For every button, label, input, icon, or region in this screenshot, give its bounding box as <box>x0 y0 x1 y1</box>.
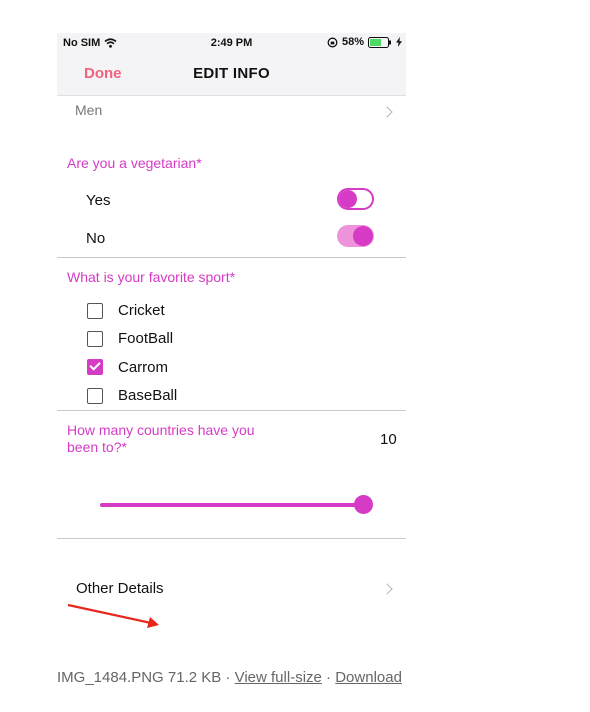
sport-option-label: FootBall <box>118 330 174 347</box>
vegetarian-no-label: No <box>86 230 106 247</box>
charging-icon <box>396 37 402 47</box>
status-bar: No SIM 2:49 PM 58% <box>57 33 406 53</box>
chevron-right-icon <box>381 583 393 595</box>
battery-percent: 58% <box>341 36 364 48</box>
sport-question: What is your favorite sport* <box>67 269 236 285</box>
file-info: IMG_1484.PNG 71.2 KB <box>57 669 222 686</box>
sport-option-label: BaseBall <box>118 387 178 404</box>
vegetarian-yes-toggle[interactable] <box>337 188 374 210</box>
checkbox-carrom[interactable] <box>87 359 103 375</box>
gender-value: Men <box>75 102 103 118</box>
orientation-lock-icon <box>327 37 338 47</box>
sport-option-label: Cricket <box>118 302 165 319</box>
countries-question: How many countries have you been to?* <box>67 422 255 456</box>
vegetarian-yes-label: Yes <box>86 192 111 209</box>
countries-question-line1: How many countries have you <box>67 422 255 438</box>
divider <box>57 538 406 539</box>
countries-value: 10 <box>380 431 397 448</box>
gender-row[interactable]: Men <box>57 95 406 127</box>
checkbox-cricket[interactable] <box>87 303 103 319</box>
view-full-size-link[interactable]: View full-size <box>235 669 322 686</box>
vegetarian-question: Are you a vegetarian* <box>67 155 202 171</box>
countries-question-line2: been to?* <box>67 439 127 455</box>
download-link[interactable]: Download <box>335 669 402 686</box>
footer-separator: · <box>221 669 235 686</box>
toggle-knob <box>353 226 373 246</box>
toggle-knob <box>339 190 357 208</box>
red-arrow-annotation <box>67 603 159 628</box>
footer-separator: · <box>321 669 336 686</box>
countries-slider-track[interactable] <box>100 503 364 507</box>
checkbox-football[interactable] <box>87 331 103 347</box>
phone-screen: No SIM 2:49 PM 58% Done EDIT INFO Men Ar… <box>57 33 406 633</box>
checkbox-baseball[interactable] <box>87 388 103 404</box>
page-title: EDIT INFO <box>193 65 270 82</box>
divider <box>57 410 406 411</box>
countries-slider-thumb[interactable] <box>354 495 373 514</box>
nav-bar: Done EDIT INFO <box>57 53 406 96</box>
battery-icon <box>368 36 391 48</box>
status-right-group: 58% <box>327 36 402 48</box>
image-footer: IMG_1484.PNG 71.2 KB · View full-size · … <box>57 669 402 686</box>
vegetarian-no-toggle[interactable] <box>337 225 374 247</box>
sport-option-label: Carrom <box>118 359 169 376</box>
other-details-label: Other Details <box>76 580 164 597</box>
chevron-right-icon <box>381 106 393 118</box>
divider <box>57 257 406 258</box>
